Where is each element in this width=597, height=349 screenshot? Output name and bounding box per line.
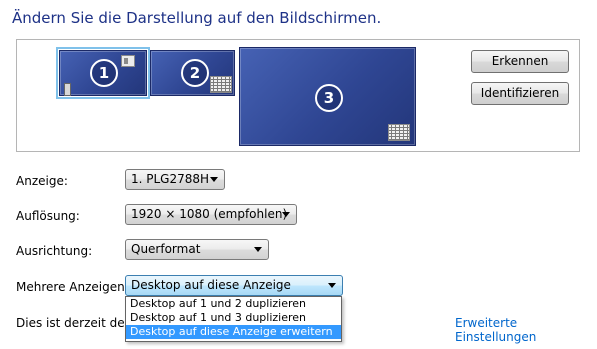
orientation-select[interactable]: Querformat	[125, 239, 269, 260]
resolution-select-value: 1920 × 1080 (empfohlen)	[131, 207, 288, 221]
identify-button[interactable]: Identifizieren	[471, 82, 569, 105]
monitor-number: 3	[315, 84, 343, 112]
multiple-displays-label: Mehrere Anzeigen:	[16, 280, 129, 294]
monitor-number: 2	[181, 59, 209, 87]
display-label: Anzeige:	[16, 174, 68, 188]
chevron-down-icon	[328, 283, 336, 288]
orientation-label: Ausrichtung:	[16, 244, 93, 258]
resolution-select[interactable]: 1920 × 1080 (empfohlen)	[125, 204, 297, 225]
display-grid-icon	[388, 124, 410, 141]
desktop-icon	[121, 55, 135, 67]
monitor-2[interactable]: 2	[150, 50, 235, 96]
detect-button[interactable]: Erkennen	[471, 50, 569, 73]
advanced-settings-link[interactable]: Erweiterte Einstellungen	[455, 316, 597, 344]
multiple-displays-dropdown-list: Desktop auf 1 und 2 duplizieren Desktop …	[125, 296, 342, 342]
dropdown-option[interactable]: Desktop auf 1 und 3 duplizieren	[126, 311, 341, 325]
dropdown-option-selected[interactable]: Desktop auf diese Anzeige erweitern	[126, 325, 341, 339]
monitor-3[interactable]: 3	[239, 47, 416, 146]
display-select-value: 1. PLG2788H	[131, 172, 210, 186]
page-title: Ändern Sie die Darstellung auf den Bilds…	[12, 9, 382, 27]
monitor-1[interactable]: 1	[56, 47, 150, 99]
display-select[interactable]: 1. PLG2788H	[125, 169, 225, 190]
dropdown-option[interactable]: Desktop auf 1 und 2 duplizieren	[126, 297, 341, 311]
display-grid-icon	[210, 76, 232, 93]
multiple-displays-select[interactable]: Desktop auf diese Anzeige erweitern	[125, 275, 343, 311]
computer-icon	[64, 83, 71, 96]
chevron-down-icon	[254, 247, 262, 252]
monitor-number: 1	[90, 59, 118, 87]
chevron-down-icon	[210, 177, 218, 182]
chevron-down-icon	[282, 212, 290, 217]
resolution-label: Auflösung:	[16, 209, 80, 223]
orientation-select-value: Querformat	[131, 242, 201, 256]
